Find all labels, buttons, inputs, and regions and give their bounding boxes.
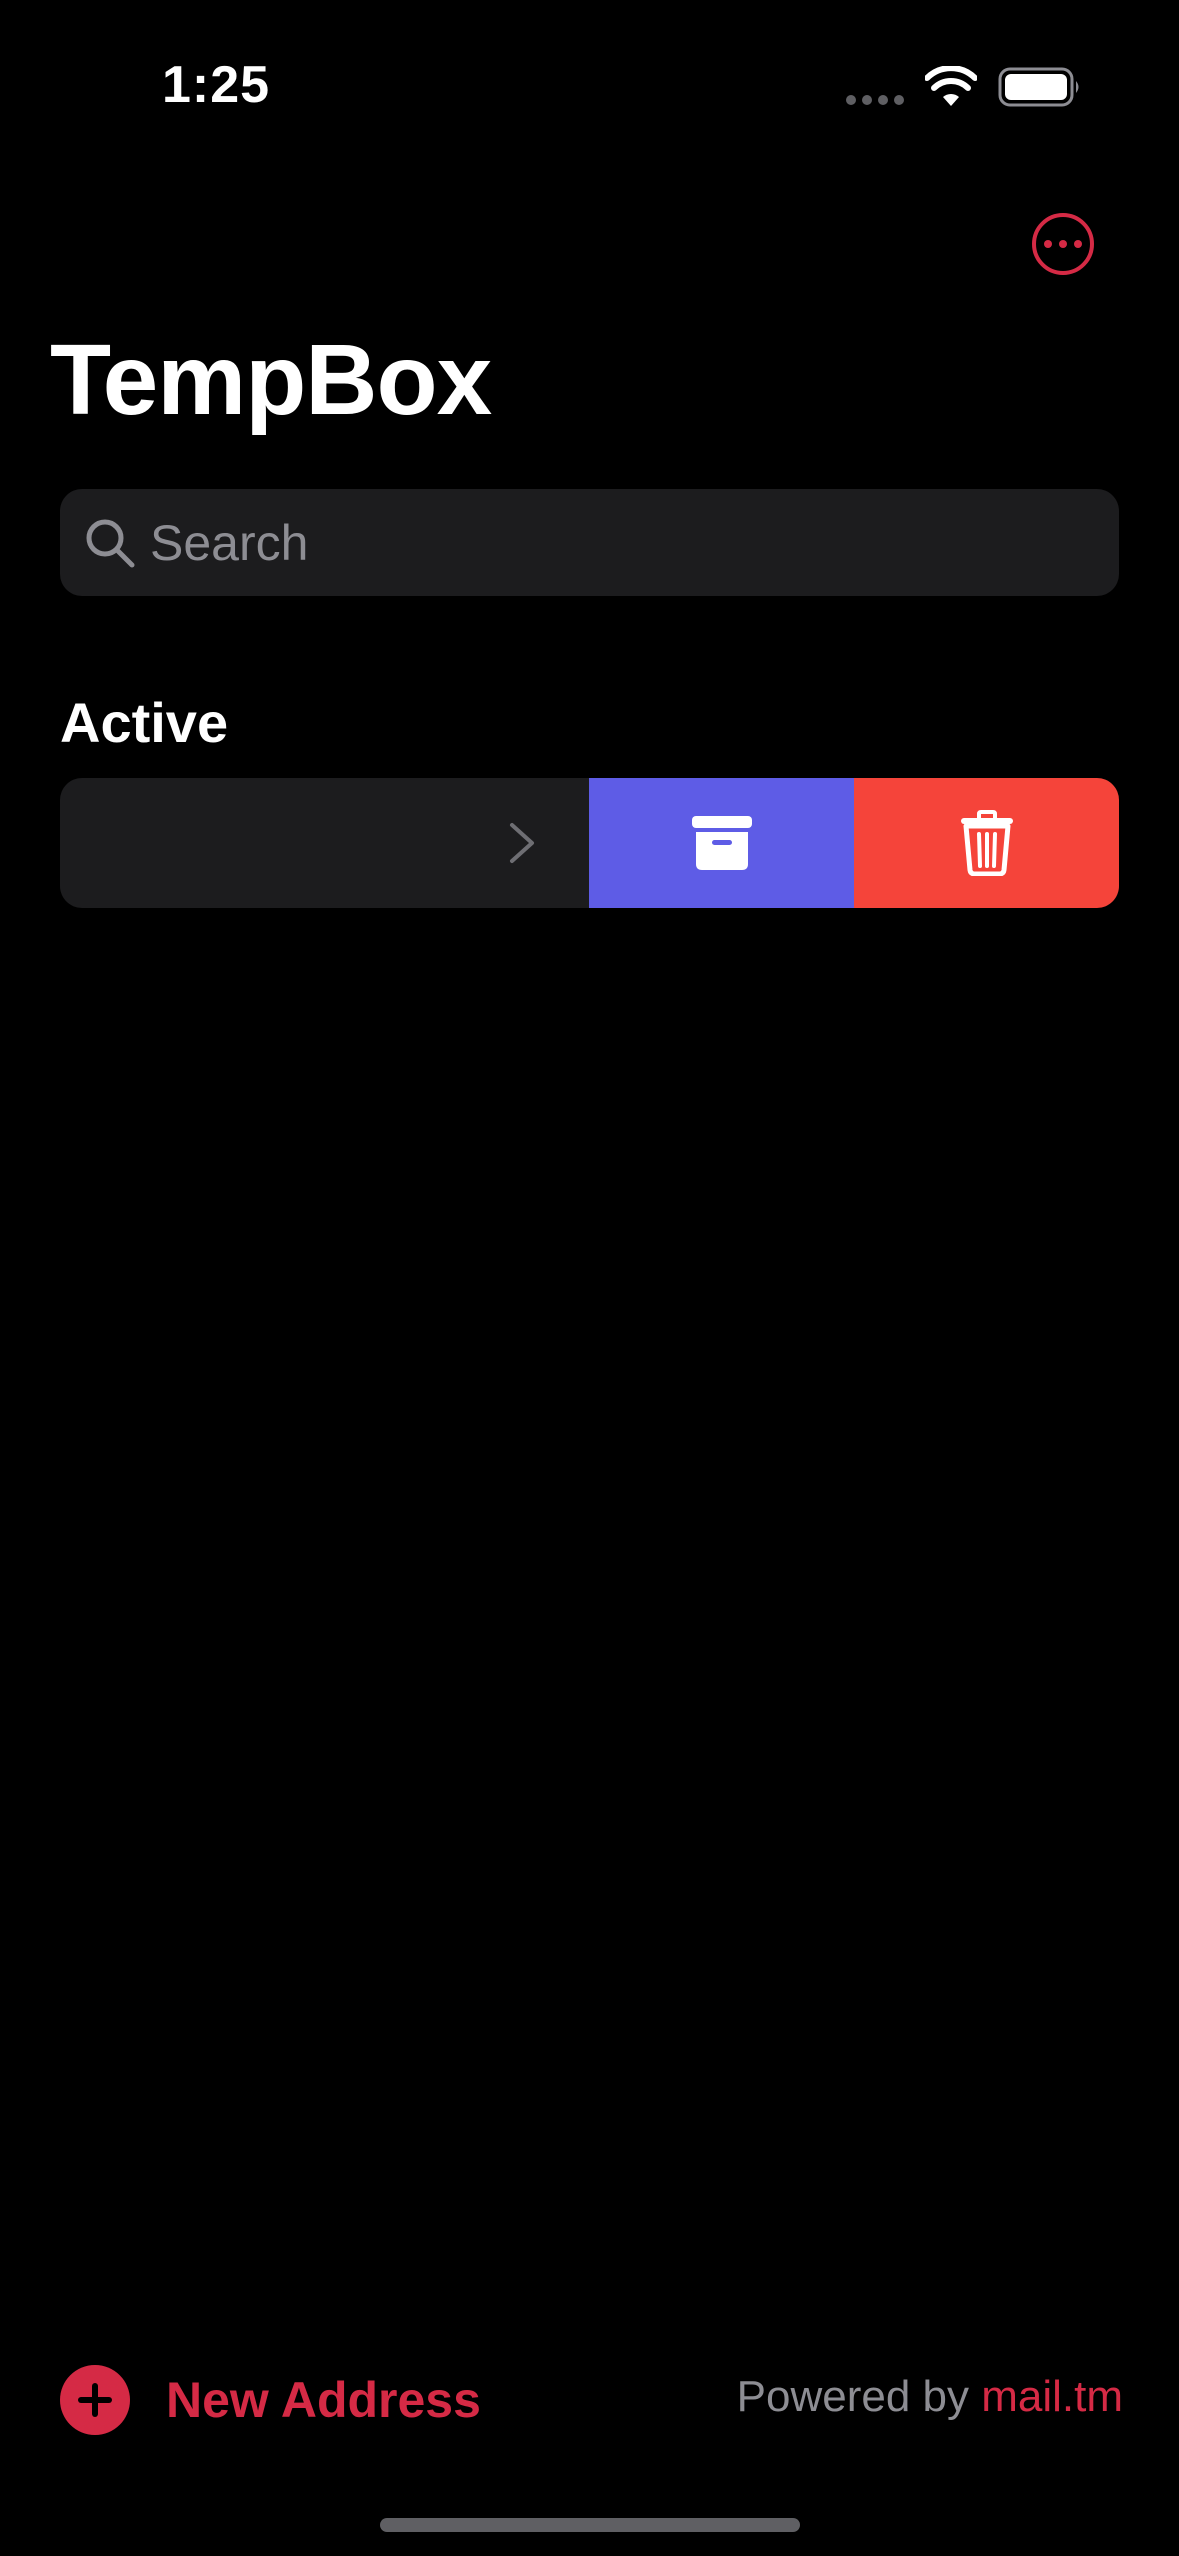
search-input[interactable] bbox=[150, 513, 1050, 572]
plus-circle-icon bbox=[60, 2365, 130, 2435]
chevron-right-icon bbox=[510, 823, 534, 863]
search-bar[interactable] bbox=[60, 489, 1119, 596]
home-indicator[interactable] bbox=[380, 2518, 800, 2532]
archive-box-icon bbox=[691, 816, 752, 870]
cellular-signal-icon bbox=[846, 95, 904, 105]
section-header-active: Active bbox=[60, 691, 229, 754]
archive-button[interactable] bbox=[589, 778, 854, 908]
address-row[interactable] bbox=[60, 778, 1119, 908]
search-icon bbox=[86, 519, 135, 567]
powered-by-link[interactable]: mail.tm bbox=[981, 2372, 1123, 2421]
new-address-button[interactable]: New Address bbox=[60, 2365, 481, 2435]
powered-by-prefix: Powered by bbox=[736, 2372, 982, 2421]
battery-icon bbox=[998, 67, 1079, 107]
status-time: 1:25 bbox=[162, 56, 271, 114]
ellipsis-circle-icon bbox=[1044, 240, 1052, 248]
delete-button[interactable] bbox=[854, 778, 1119, 908]
more-options-button[interactable] bbox=[1032, 213, 1094, 275]
wifi-icon bbox=[925, 66, 977, 106]
page-title: TempBox bbox=[50, 324, 492, 436]
new-address-label: New Address bbox=[166, 2372, 481, 2428]
trash-icon bbox=[960, 810, 1013, 876]
address-row-content[interactable] bbox=[60, 778, 589, 908]
powered-by-text: Powered by mail.tm bbox=[737, 2372, 1123, 2422]
